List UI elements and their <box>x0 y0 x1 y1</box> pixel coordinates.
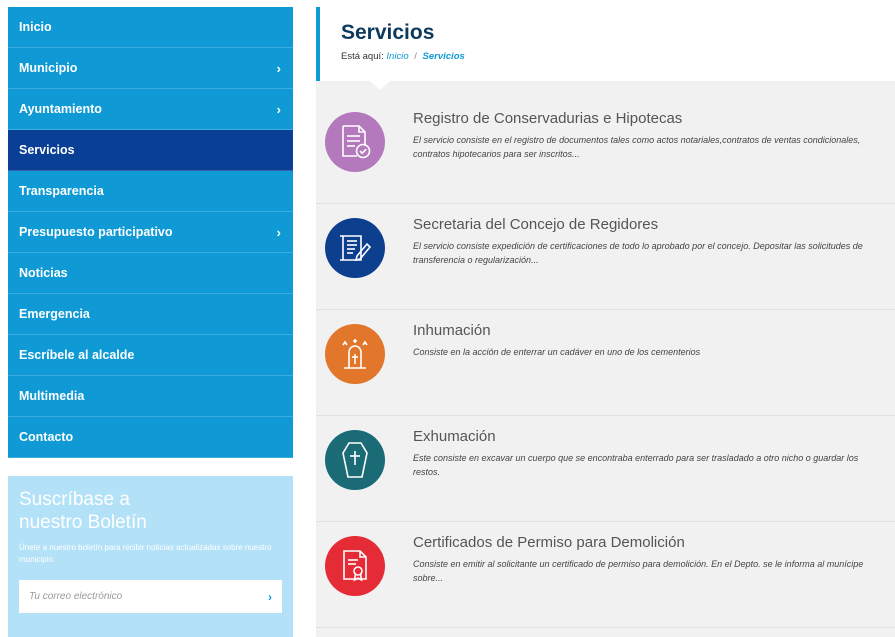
certificate-icon <box>325 536 385 596</box>
sidebar-nav: Inicio Municipio › Ayuntamiento › Servic… <box>8 7 293 458</box>
email-field[interactable] <box>29 591 249 602</box>
coffin-icon <box>325 430 385 490</box>
breadcrumb-separator: / <box>414 51 417 62</box>
sidebar-item-escribele[interactable]: Escríbele al alcalde <box>8 335 293 376</box>
newsletter-form: › <box>19 580 282 613</box>
sidebar-item-label: Municipio <box>19 61 78 75</box>
chevron-right-icon: › <box>276 60 281 76</box>
sidebar-item-label: Emergencia <box>19 307 90 321</box>
sidebar-item-label: Transparencia <box>19 184 104 198</box>
newsletter-title-line: Suscríbase a <box>19 489 130 510</box>
sidebar-item-label: Noticias <box>19 266 68 280</box>
sidebar-item-ayuntamiento[interactable]: Ayuntamiento › <box>8 89 293 130</box>
page: Inicio Municipio › Ayuntamiento › Servic… <box>0 0 895 637</box>
page-title: Servicios <box>341 21 435 44</box>
breadcrumb-current: Servicios <box>422 51 465 62</box>
services-list: Registro de Conservadurias e Hipotecas E… <box>316 98 895 628</box>
list-item[interactable]: Registro de Conservadurias e Hipotecas E… <box>316 98 895 204</box>
service-description: El servicio consiste en el registro de d… <box>413 135 861 159</box>
sidebar-item-emergencia[interactable]: Emergencia <box>8 294 293 335</box>
sidebar-item-label: Contacto <box>19 430 74 444</box>
newsletter-description: Únete a nuestro boletín para recibir not… <box>19 543 272 564</box>
service-title[interactable]: Inhumación <box>413 322 883 339</box>
sidebar-item-label: Multimedia <box>19 389 85 403</box>
list-item[interactable]: Secretaria del Concejo de Regidores El s… <box>316 204 895 310</box>
service-title[interactable]: Exhumación <box>413 428 883 445</box>
sidebar-item-label: Inicio <box>19 20 52 34</box>
breadcrumb-link-inicio[interactable]: Inicio <box>386 51 408 62</box>
header-pointer <box>370 81 390 90</box>
service-title[interactable]: Secretaria del Concejo de Regidores <box>413 216 883 233</box>
newsletter-title: Suscríbase a nuestro Boletín <box>19 488 282 534</box>
list-item[interactable]: Certificados de Permiso para Demolición … <box>316 522 895 628</box>
sidebar-item-label: Servicios <box>19 143 75 157</box>
sidebar: Inicio Municipio › Ayuntamiento › Servic… <box>8 7 293 637</box>
sidebar-item-label: Presupuesto participativo <box>19 225 173 239</box>
service-title[interactable]: Registro de Conservadurias e Hipotecas <box>413 110 883 127</box>
document-pen-icon <box>325 218 385 278</box>
breadcrumb: Está aquí: Inicio / Servicios <box>341 51 895 62</box>
list-item[interactable]: Exhumación Este consiste en excavar un c… <box>316 416 895 522</box>
service-description: El servicio consiste expedición de certi… <box>413 241 863 265</box>
breadcrumb-prefix: Está aquí: <box>341 51 384 62</box>
sidebar-item-inicio[interactable]: Inicio <box>8 7 293 48</box>
sidebar-item-multimedia[interactable]: Multimedia <box>8 376 293 417</box>
page-header: Servicios Está aquí: Inicio / Servicios <box>316 7 895 90</box>
sidebar-item-contacto[interactable]: Contacto <box>8 417 293 458</box>
sidebar-item-transparencia[interactable]: Transparencia <box>8 171 293 212</box>
main-content: Servicios Está aquí: Inicio / Servicios <box>316 7 895 637</box>
service-description: Este consiste en excavar un cuerpo que s… <box>413 453 859 477</box>
service-description: Consiste en emitir al solicitante un cer… <box>413 559 864 583</box>
service-title[interactable]: Certificados de Permiso para Demolición <box>413 534 883 551</box>
chevron-right-icon: › <box>276 224 281 240</box>
tomb-icon <box>325 324 385 384</box>
newsletter-box: Suscríbase a nuestro Boletín Únete a nue… <box>8 476 293 637</box>
service-description: Consiste en la acción de enterrar un cad… <box>413 347 701 357</box>
sidebar-item-label: Ayuntamiento <box>19 102 102 116</box>
sidebar-item-noticias[interactable]: Noticias <box>8 253 293 294</box>
chevron-right-icon: › <box>276 101 281 117</box>
sidebar-item-municipio[interactable]: Municipio › <box>8 48 293 89</box>
list-item[interactable]: Inhumación Consiste en la acción de ente… <box>316 310 895 416</box>
document-check-icon <box>325 112 385 172</box>
sidebar-item-servicios[interactable]: Servicios <box>8 130 293 171</box>
submit-chevron-icon[interactable]: › <box>268 590 272 604</box>
newsletter-title-line: nuestro Boletín <box>19 512 147 533</box>
sidebar-item-label: Escríbele al alcalde <box>19 348 135 362</box>
sidebar-item-presupuesto[interactable]: Presupuesto participativo › <box>8 212 293 253</box>
